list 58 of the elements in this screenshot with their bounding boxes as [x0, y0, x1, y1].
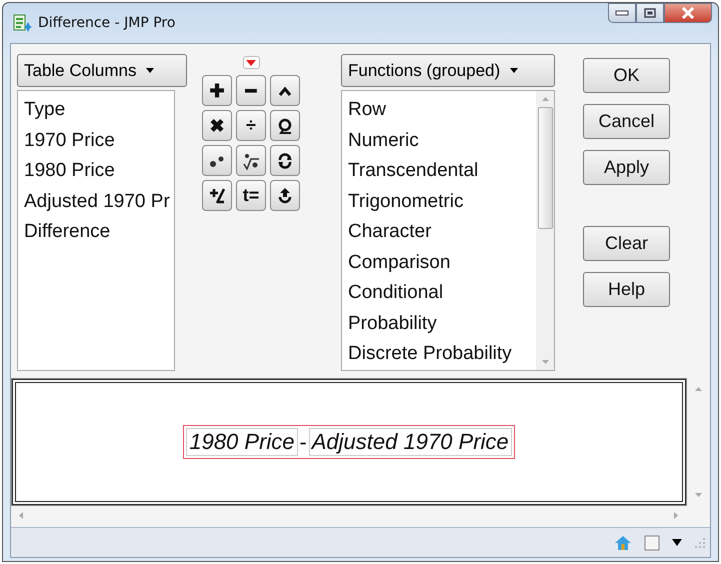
- maximize-icon: [644, 8, 656, 18]
- column-item[interactable]: Adjusted 1970 Pr: [24, 186, 174, 217]
- swap-icon: [277, 152, 293, 168]
- dialog-button[interactable]: Clear: [583, 226, 670, 261]
- function-item[interactable]: Discrete Probability: [348, 339, 536, 370]
- function-item[interactable]: Row: [348, 95, 536, 126]
- keypad-button[interactable]: ✖: [202, 110, 232, 141]
- caret-icon: [278, 86, 292, 96]
- column-item[interactable]: Type: [24, 95, 174, 126]
- keypad-button[interactable]: [202, 145, 232, 176]
- checkbox-icon[interactable]: [644, 534, 660, 551]
- resize-grip-icon[interactable]: [694, 536, 706, 549]
- dialog-button[interactable]: Apply: [583, 150, 670, 185]
- root-icon: [242, 152, 260, 170]
- keypad-button[interactable]: [270, 180, 300, 211]
- minimize-button[interactable]: [608, 3, 636, 23]
- formula-operator: -: [300, 430, 307, 454]
- function-item[interactable]: Probability: [348, 308, 536, 339]
- rotate-icon: [277, 186, 293, 204]
- function-item[interactable]: Conditional: [348, 278, 536, 308]
- dialog-button[interactable]: Help: [583, 272, 670, 307]
- dialog-button[interactable]: Cancel: [583, 104, 670, 139]
- keypad-button[interactable]: [270, 75, 300, 106]
- keypad-button[interactable]: ÷: [236, 110, 266, 141]
- keypad-button[interactable]: t=: [236, 180, 266, 211]
- table-columns-dropdown[interactable]: Table Columns: [17, 54, 187, 87]
- plus-minus-icon: [209, 188, 225, 204]
- dropdown-arrow-icon: [146, 68, 154, 73]
- keypad-button[interactable]: [236, 145, 266, 176]
- dropdown-arrow-icon: [510, 68, 518, 73]
- lasso-icon: [277, 118, 293, 134]
- app-icon: [13, 14, 33, 32]
- column-item[interactable]: 1980 Price: [24, 156, 174, 186]
- dropdown-button[interactable]: [242, 56, 260, 69]
- formula-term[interactable]: 1980 Price: [186, 428, 298, 456]
- function-item[interactable]: Transcendental: [348, 156, 536, 186]
- functions-dropdown[interactable]: Functions (grouped): [341, 54, 555, 87]
- maximize-button[interactable]: [636, 3, 664, 23]
- dropdown-arrow-icon[interactable]: [672, 539, 682, 546]
- function-item[interactable]: Character: [348, 217, 536, 248]
- minimize-icon: [615, 10, 629, 16]
- keypad-button[interactable]: [270, 145, 300, 176]
- keypad-button[interactable]: [270, 110, 300, 141]
- close-button[interactable]: [664, 3, 712, 23]
- column-item[interactable]: 1970 Price: [24, 126, 174, 156]
- dialog-button[interactable]: OK: [583, 58, 670, 93]
- column-item[interactable]: Difference: [24, 217, 174, 248]
- function-item[interactable]: Comparison: [348, 248, 536, 278]
- formula-editor[interactable]: 1980 Price - Adjusted 1970 Price: [12, 378, 686, 504]
- close-icon: [680, 7, 696, 19]
- function-item[interactable]: Trigonometric: [348, 186, 536, 217]
- keypad-button[interactable]: ✚: [202, 75, 232, 106]
- function-item[interactable]: Numeric: [348, 126, 536, 156]
- keypad-button[interactable]: [202, 180, 232, 211]
- keypad-button[interactable]: ━: [236, 75, 266, 106]
- window-title: Difference - JMP Pro: [38, 15, 176, 31]
- dropdown-arrow-icon: [246, 60, 256, 66]
- formula-term[interactable]: Adjusted 1970 Price: [308, 428, 512, 456]
